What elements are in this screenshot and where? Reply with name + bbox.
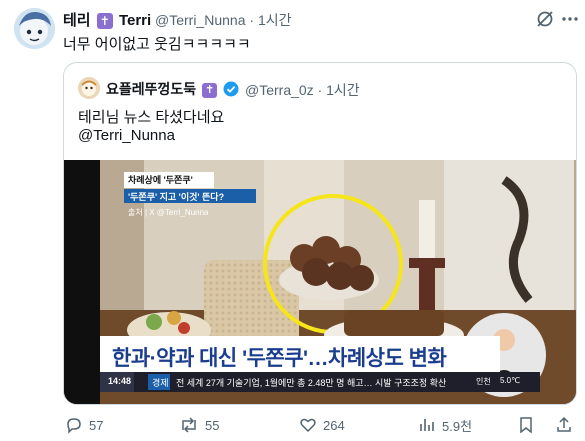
reply-button[interactable]: 57	[65, 415, 103, 435]
repost-icon	[182, 417, 196, 433]
ticker-time: 14:48	[108, 376, 132, 386]
view-count: 5.9천	[442, 418, 473, 434]
quote-media-image[interactable]: 차례상에 '두쫀쿠' '두쫀쿠' 지고 '이것' 뜬다? 출처 | X @Ter…	[64, 160, 576, 404]
quote-author-name[interactable]: 요플레뚜껑도둑 ✝	[106, 79, 239, 100]
media-subtitle-line1: 차례상에 '두쫀쿠'	[128, 175, 193, 185]
quote-timestamp[interactable]: 1시간	[326, 82, 360, 98]
ticker-text: 전 세계 27개 기술기업, 1월에만 총 2.48만 명 해고… 시발 구조조…	[176, 378, 447, 388]
quote-author-handle[interactable]: @Terra_0z	[245, 82, 314, 98]
tweet-meta: @Terri_Nunna · 1시간	[155, 10, 291, 30]
ticker-temperature: 5.0℃	[500, 376, 521, 385]
quote-mention-link[interactable]: @Terri_Nunna	[78, 127, 175, 144]
author-avatar[interactable]	[14, 8, 55, 49]
media-source-label: 출처 | X @Terri_Nunna	[128, 208, 209, 217]
ticker-section: 경제	[152, 378, 169, 388]
verified-icon	[223, 81, 239, 100]
media-headline: 한과·약과 대신 '두쫀쿠'…차례상도 변화	[112, 347, 447, 370]
tweet-text: 너무 어이없고 웃김ㅋㅋㅋㅋㅋ	[63, 36, 251, 53]
media-subtitle-line2: '두쫀쿠' 지고 '이것' 뜬다?	[128, 192, 225, 202]
repost-count: 55	[205, 417, 220, 433]
cross-badge-icon: ✝	[96, 13, 113, 30]
reply-count: 57	[89, 417, 104, 433]
quote-text-line1: 테리님 뉴스 타셨다네요	[78, 109, 225, 126]
author-display-name-latin: Terri	[118, 12, 152, 29]
views-button[interactable]: 5.9천	[418, 415, 472, 435]
bookmark-button[interactable]	[518, 415, 534, 435]
heart-icon	[300, 418, 316, 433]
views-chart-icon	[420, 419, 434, 431]
quote-meta: @Terra_0z · 1시간	[245, 80, 360, 100]
repost-button[interactable]: 55	[179, 415, 219, 435]
share-button[interactable]	[555, 415, 573, 435]
like-count: 264	[323, 417, 345, 433]
ticker-region: 인천	[476, 377, 491, 386]
more-options-icon[interactable]	[560, 9, 580, 29]
tweet-timestamp[interactable]: 1시간	[258, 12, 292, 28]
like-button[interactable]: 264	[299, 415, 345, 435]
author-display-name: 테리	[63, 12, 91, 29]
bookmark-icon	[520, 417, 532, 434]
quote-author-avatar[interactable]	[78, 77, 100, 99]
meta-separator: ·	[249, 12, 255, 28]
reply-icon	[67, 418, 81, 434]
quote-cross-badge-icon: ✝	[202, 82, 218, 98]
author-name[interactable]: 테리 ✝ Terri	[63, 9, 151, 30]
grok-icon[interactable]	[535, 9, 555, 29]
quoted-tweet[interactable]: 요플레뚜껑도둑 ✝ @Terra_0z · 1시간 테리님 뉴스 타셨다네요 @…	[63, 62, 577, 405]
quote-meta-separator: ·	[317, 82, 323, 98]
share-icon	[557, 416, 571, 432]
quote-author-display-name: 요플레뚜껑도둑	[106, 81, 197, 97]
author-handle[interactable]: @Terri_Nunna	[155, 12, 245, 28]
